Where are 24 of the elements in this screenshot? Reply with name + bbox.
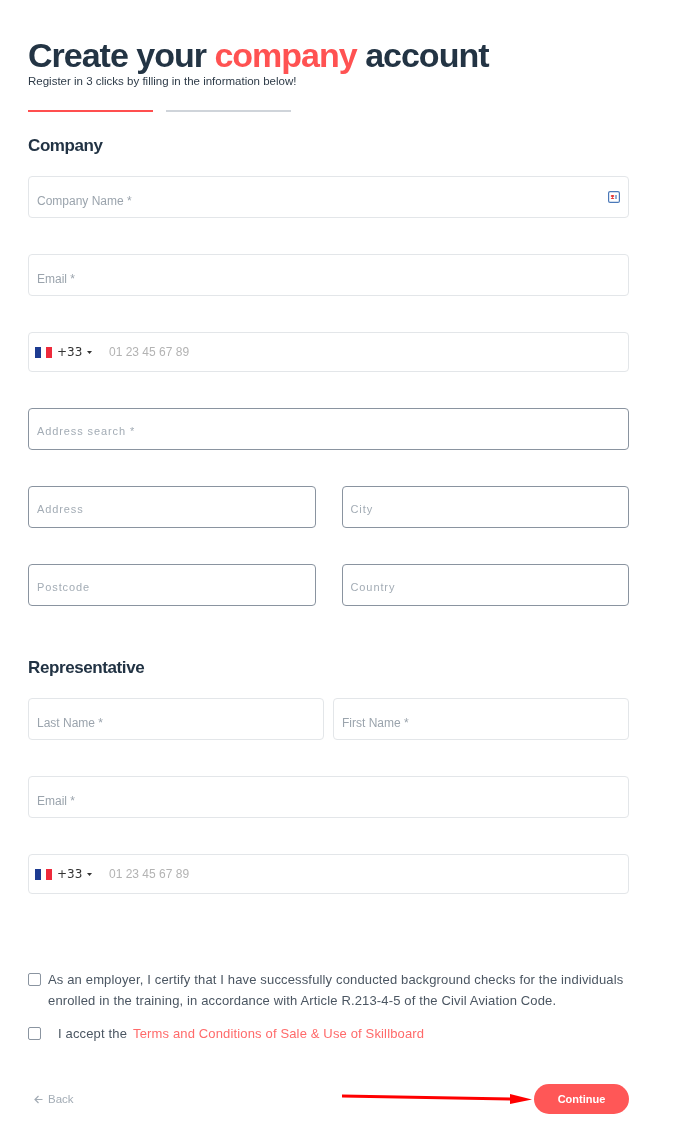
contact-card-icon[interactable] [608,191,620,203]
continue-button[interactable]: Continue [534,1084,629,1114]
input-field[interactable]: Address [28,486,316,528]
checkbox[interactable] [28,973,41,986]
caret-icon [87,872,93,876]
section-heading: Representative [28,658,145,678]
country-code-selector[interactable]: +33 [35,866,93,882]
page-subtitle: Register in 3 clicks by filling in the information below! [28,74,297,88]
terms-link[interactable]: Terms and Conditions of Sale & Use of Skillboard [133,1023,425,1044]
checkbox[interactable] [28,1027,41,1040]
caret-icon [87,350,93,354]
consent-text: I accept the [58,1025,127,1043]
input-field[interactable]: City [341,486,629,528]
input-field[interactable]: Country [341,564,629,606]
section-heading: Company [28,136,103,156]
flag-icon [35,346,52,358]
country-code-selector[interactable]: +33 [35,344,93,360]
flag-icon [35,868,52,880]
page-title: Create your company account [28,36,489,74]
arrow-left-icon [34,1094,43,1104]
back-button[interactable]: Back [28,1093,74,1105]
input-field[interactable]: Postcode [28,564,316,606]
input-field[interactable]: Address search * [28,408,629,450]
consent-text: As an employer, I certify that I have successfully conducted background checks for the individuals enrolled in the training, in accordance with Article R.213-4-5 of the Civil Aviation Code. [48,971,625,1010]
